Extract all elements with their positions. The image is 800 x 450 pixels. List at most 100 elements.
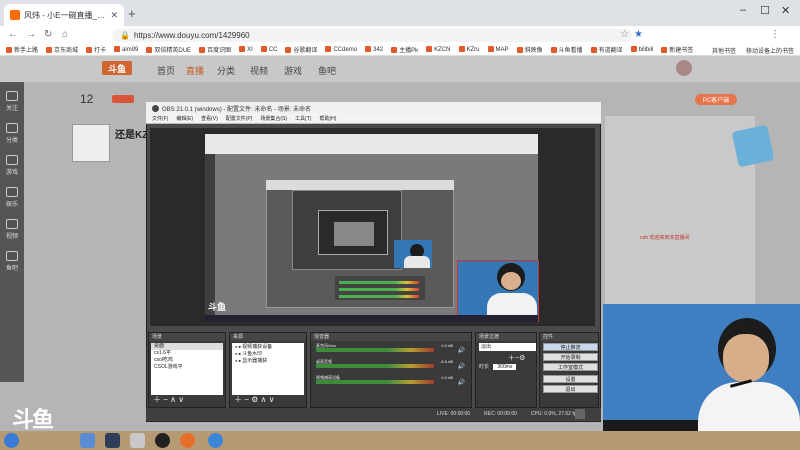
nav-home[interactable]: 首页: [157, 64, 175, 77]
kook-icon[interactable]: [208, 433, 223, 448]
sidebar-item-video[interactable]: 视频: [0, 216, 24, 240]
home-icon[interactable]: ⌂: [62, 29, 68, 40]
studio-mode-button[interactable]: 工作室模式: [543, 363, 598, 371]
scene-item[interactable]: CSOL游戏平: [151, 364, 223, 371]
bookmark-item[interactable]: 有道翻译: [591, 45, 623, 54]
close-window-icon[interactable]: ✕: [781, 4, 790, 17]
add-scene-icon[interactable]: ＋: [153, 395, 161, 404]
bookmark-item[interactable]: CC: [261, 46, 278, 53]
counter-strike-icon[interactable]: [130, 433, 145, 448]
sidebar-item-entertainment[interactable]: 娱乐: [0, 184, 24, 208]
new-tab-button[interactable]: +: [128, 6, 136, 21]
move-up-icon[interactable]: ∧: [170, 395, 176, 404]
minimize-icon[interactable]: –: [740, 4, 746, 16]
bookmark-item[interactable]: 谷歌翻译: [285, 45, 317, 54]
nav-live[interactable]: 直播: [186, 64, 204, 77]
bookmark-star-icon[interactable]: ☆: [620, 29, 629, 40]
transition-select[interactable]: 淡出: [479, 343, 536, 351]
reload-icon[interactable]: ↻: [44, 29, 52, 40]
sidebar-item-follow[interactable]: 关注: [0, 88, 24, 112]
obs-menu-item[interactable]: 工具(T): [295, 115, 311, 122]
nav-video[interactable]: 视频: [250, 64, 268, 77]
move-down-icon[interactable]: ∨: [178, 395, 184, 404]
menu-dots-icon[interactable]: ⋮: [770, 29, 780, 40]
bookmark-item[interactable]: 打卡: [86, 45, 106, 54]
volume-meter[interactable]: [316, 364, 434, 368]
nav-fishbar[interactable]: 鱼吧: [318, 64, 336, 77]
scene-item[interactable]: 桌面: [151, 343, 223, 350]
speaker-icon[interactable]: 🔊: [458, 347, 465, 354]
obs-menu-item[interactable]: 编辑(E): [176, 115, 193, 122]
bookmark-item[interactable]: 斗鱼看播: [551, 45, 583, 54]
bookmark-item[interactable]: 双倍精英DUE: [146, 45, 191, 54]
bookmark-item[interactable]: 新手上路: [6, 45, 38, 54]
obs-menu-item[interactable]: 查看(V): [201, 115, 218, 122]
close-tab-icon[interactable]: ✕: [110, 10, 118, 21]
sidebar-item-fishbar[interactable]: 鱼吧: [0, 248, 24, 272]
bookmark-item[interactable]: 斜映像: [517, 45, 543, 54]
source-item[interactable]: 斗鱼水印: [232, 350, 304, 357]
bookmark-other[interactable]: 其他书签: [712, 46, 736, 55]
room-level: 12: [80, 92, 94, 106]
bookmark-item[interactable]: aim99: [114, 46, 138, 53]
maximize-icon[interactable]: ☐: [760, 4, 770, 17]
streamer-avatar[interactable]: [72, 124, 110, 162]
obs-menu-item[interactable]: 帮助(H): [319, 115, 336, 122]
bookmark-item[interactable]: bilibili: [631, 46, 654, 53]
scene-item[interactable]: cs1.6平: [151, 350, 223, 357]
bookmark-item[interactable]: KZru: [459, 46, 480, 53]
move-up-icon[interactable]: ∧: [261, 395, 267, 404]
firefox-icon[interactable]: [180, 433, 195, 448]
transition-settings-icon[interactable]: ⚙: [519, 355, 525, 362]
move-down-icon[interactable]: ∨: [269, 395, 275, 404]
source-settings-icon[interactable]: ⚙: [251, 395, 258, 404]
bookmark-item[interactable]: 百度识图: [199, 45, 231, 54]
volume-meter[interactable]: [316, 380, 434, 384]
browser-tab[interactable]: 风炜 - 小E一碗直播_反派精英 ✕: [4, 4, 124, 26]
stop-streaming-button[interactable]: 停止推流: [543, 343, 598, 351]
source-item[interactable]: 视频捕获设备: [232, 343, 304, 350]
back-icon[interactable]: ←: [8, 29, 18, 40]
remove-source-icon[interactable]: −: [244, 395, 249, 404]
exit-button[interactable]: 退出: [543, 385, 598, 393]
douyu-logo[interactable]: 斗鱼: [102, 61, 132, 75]
source-item[interactable]: 显示器捕获: [232, 357, 304, 364]
steam-icon[interactable]: [105, 433, 120, 448]
obs-taskbar-icon[interactable]: [155, 433, 170, 448]
add-source-icon[interactable]: ＋: [234, 395, 242, 404]
nav-game[interactable]: 游戏: [284, 64, 302, 77]
obs-menu-item[interactable]: 文件(F): [152, 115, 168, 122]
add-transition-icon[interactable]: ＋: [508, 355, 515, 362]
bookmark-item[interactable]: 主播Pk: [391, 45, 418, 54]
obs-menu-item[interactable]: 场景集合(S): [260, 115, 287, 122]
bookmark-item[interactable]: 342: [365, 46, 383, 53]
speaker-icon[interactable]: 🔊: [458, 363, 465, 370]
nav-category[interactable]: 分类: [217, 64, 235, 77]
volume-meter[interactable]: [316, 348, 434, 352]
user-avatar[interactable]: [676, 60, 692, 76]
bookmark-item[interactable]: 京东商城: [46, 45, 78, 54]
scene-item[interactable]: csol吃鸡: [151, 357, 223, 364]
sidebar-item-game[interactable]: 游戏: [0, 152, 24, 176]
bookmark-item[interactable]: XI: [239, 46, 253, 53]
settings-button[interactable]: 设置: [543, 375, 598, 383]
star-filled-icon[interactable]: ★: [634, 29, 643, 40]
sidebar-item-category[interactable]: 分类: [0, 120, 24, 144]
duration-value[interactable]: 300ms: [493, 364, 517, 370]
forward-icon[interactable]: →: [26, 29, 36, 40]
bookmark-item[interactable]: KZCN: [426, 46, 450, 53]
pc-client-button[interactable]: PC客户端: [695, 94, 737, 105]
streamer-name[interactable]: 还是KZ: [115, 126, 148, 141]
bookmark-item[interactable]: CCdemo: [325, 46, 357, 53]
start-button-icon[interactable]: [4, 433, 19, 448]
bookmark-item[interactable]: 新建书签: [661, 45, 693, 54]
explorer-icon[interactable]: [80, 433, 95, 448]
remove-scene-icon[interactable]: −: [163, 395, 168, 404]
start-recording-button[interactable]: 开始录制: [543, 353, 598, 361]
speaker-icon[interactable]: 🔊: [458, 379, 465, 386]
obs-menu-item[interactable]: 配置文件(P): [226, 115, 253, 122]
url-bar[interactable]: 🔒 https://www.douyu.com/1429960: [112, 29, 632, 42]
bookmark-item[interactable]: MAP: [488, 46, 509, 53]
bookmark-mobile[interactable]: 移动设备上的书签: [746, 46, 794, 55]
bookmarks-right: 其他书签 移动设备上的书签: [712, 44, 794, 56]
